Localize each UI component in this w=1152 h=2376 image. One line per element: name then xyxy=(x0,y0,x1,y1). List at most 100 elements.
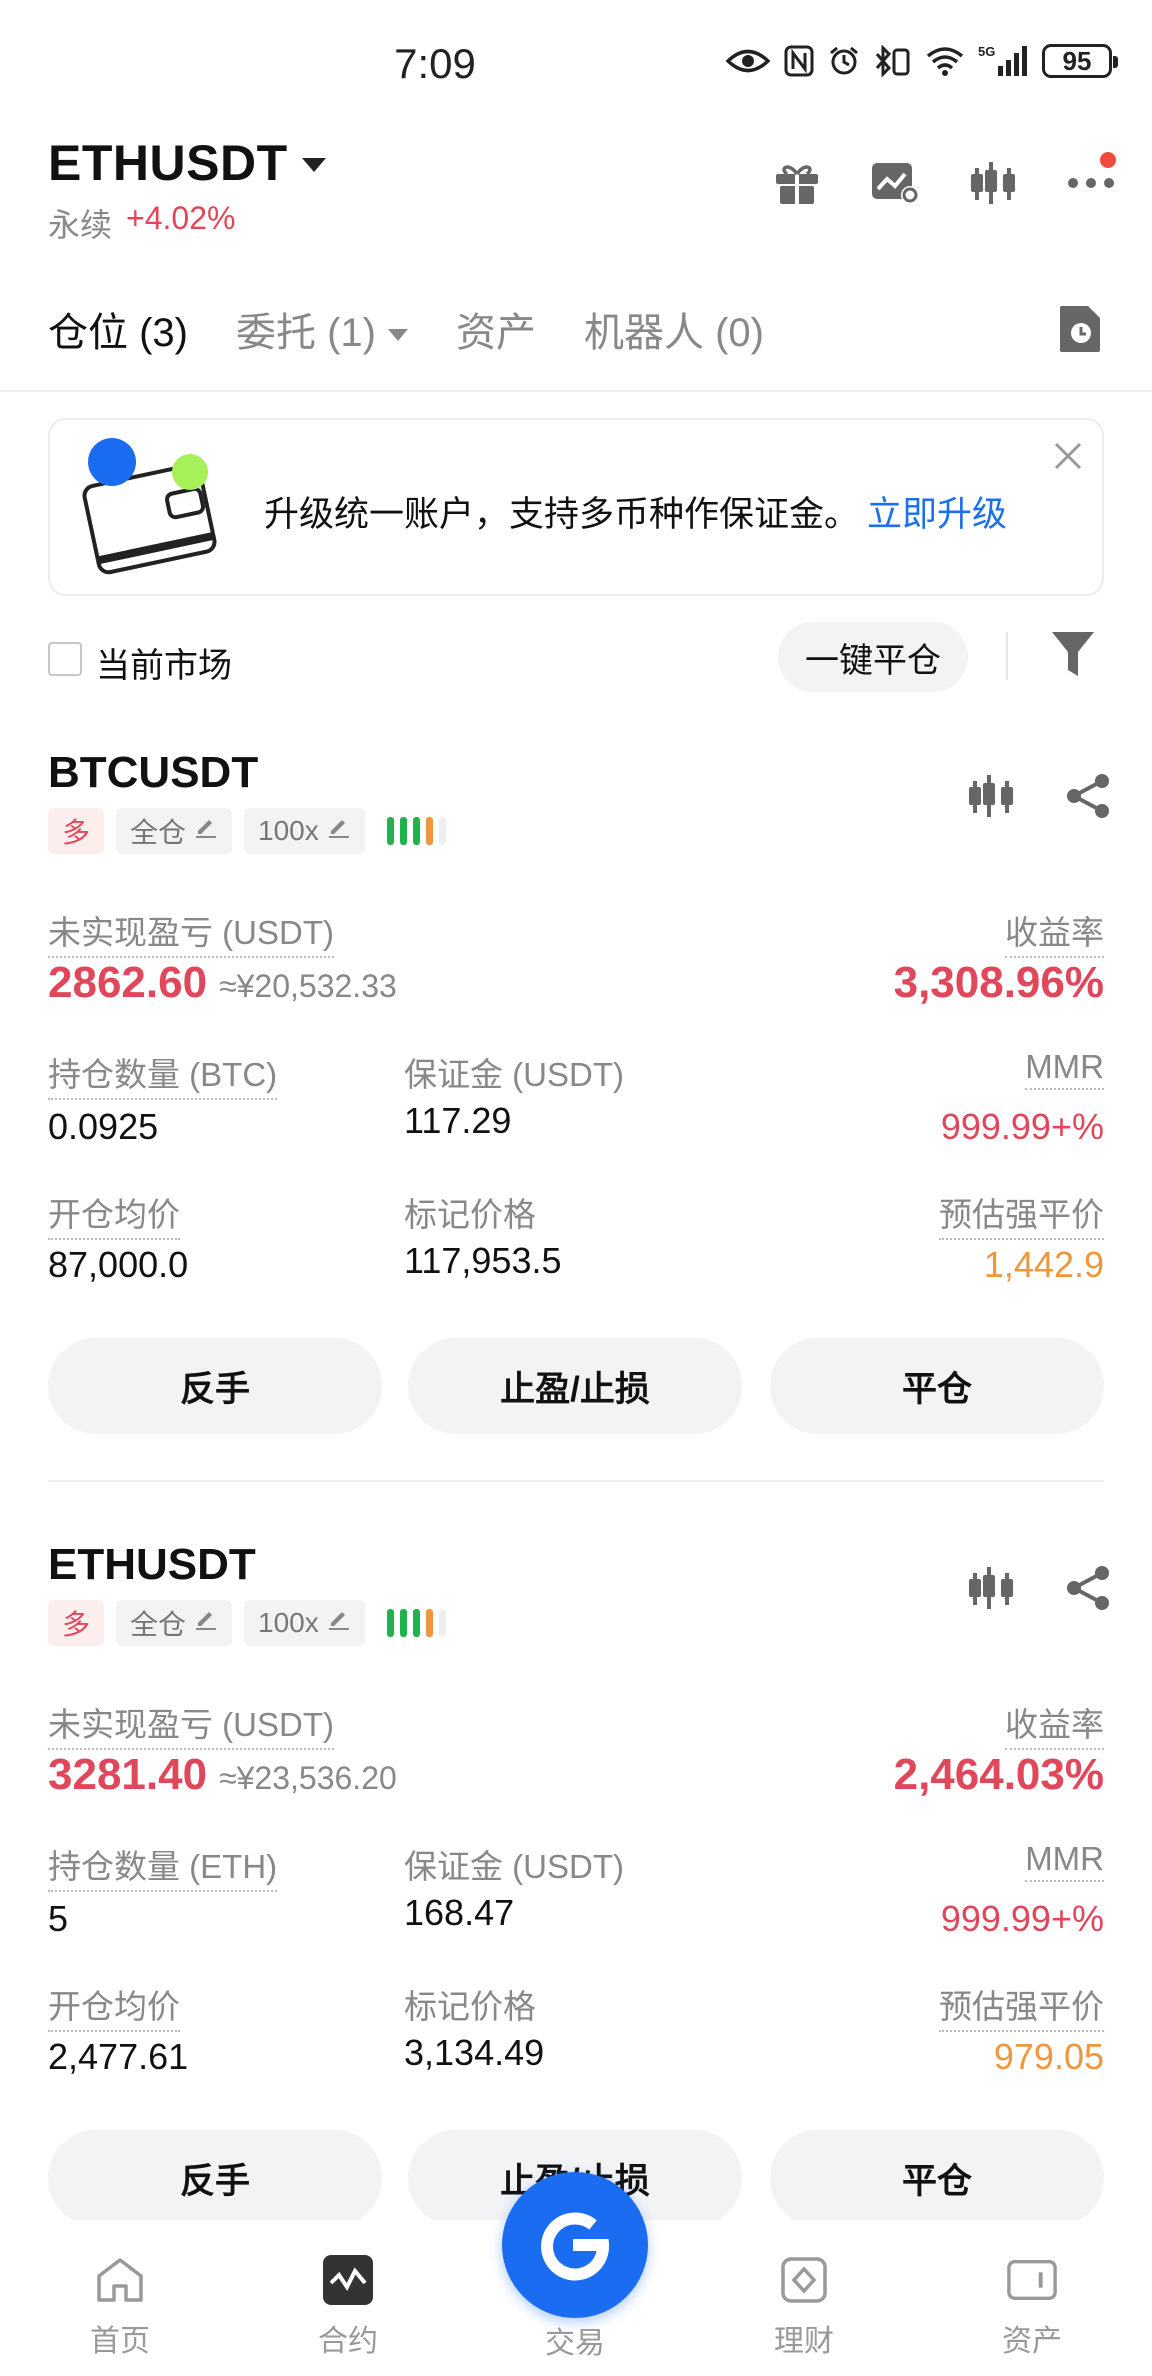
candlestick-icon[interactable] xyxy=(968,1565,1014,1616)
close-position-button[interactable]: 平仓 xyxy=(770,2130,1104,2226)
card-divider xyxy=(48,1480,1104,1482)
share-icon[interactable] xyxy=(1064,1564,1112,1617)
risk-bar xyxy=(438,817,446,845)
margin-label: 保证金 (USDT) xyxy=(404,1056,624,1093)
nav-futures[interactable]: 合约 xyxy=(278,2254,418,2360)
quantity-label: 持仓数量 (ETH) xyxy=(48,1840,278,1892)
roe-label: 收益率 xyxy=(1005,906,1104,958)
position-tags: 多 全仓 100x xyxy=(48,1600,446,1646)
leverage-tag[interactable]: 100x xyxy=(244,1600,365,1646)
gift-icon[interactable] xyxy=(772,158,822,208)
liq-price-value: 979.05 xyxy=(993,2036,1104,2077)
chart-settings-icon[interactable] xyxy=(870,158,920,208)
tab-bots[interactable]: 机器人 (0) xyxy=(584,300,764,358)
tabs-divider xyxy=(0,390,1152,392)
unrealized-pnl-label: 未实现盈亏 (USDT) xyxy=(48,1698,334,1750)
mark-price-value: 117,953.5 xyxy=(404,1240,562,1281)
filter-divider xyxy=(1006,632,1008,680)
position-tabs: 仓位 (3) 委托 (1) 资产 机器人 (0) xyxy=(48,300,764,358)
home-icon xyxy=(94,2254,146,2306)
risk-bar xyxy=(386,1609,394,1637)
unrealized-pnl: 2862.60 ≈¥20,532.33 xyxy=(48,958,397,1008)
wifi-icon xyxy=(926,47,964,76)
filter-icon[interactable] xyxy=(1050,628,1096,680)
nav-home[interactable]: 首页 xyxy=(50,2254,190,2360)
entry-price-value: 87,000.0 xyxy=(48,1244,189,1285)
pair-selector[interactable]: ETHUSDT xyxy=(48,134,326,192)
nav-assets[interactable]: 资产 xyxy=(962,2254,1102,2360)
quantity-value: 0.0925 xyxy=(48,1106,159,1147)
edit-icon xyxy=(327,1607,351,1639)
margin-label: 保证金 (USDT) xyxy=(404,1848,624,1885)
contract-type: 永续 xyxy=(48,207,113,243)
status-icons: 5G 95 xyxy=(726,44,1118,78)
risk-bar xyxy=(399,817,407,845)
edit-icon xyxy=(194,1607,218,1639)
reverse-button[interactable]: 反手 xyxy=(48,1338,382,1434)
assets-icon xyxy=(1006,2254,1058,2306)
close-all-button[interactable]: 一键平仓 xyxy=(778,622,968,692)
nav-earn[interactable]: 理财 xyxy=(734,2254,874,2360)
liq-price-label: 预估强平价 xyxy=(939,1188,1104,1240)
side-badge: 多 xyxy=(48,808,105,854)
roe-value: 2,464.03% xyxy=(893,1750,1104,1799)
candlestick-icon[interactable] xyxy=(968,158,1018,208)
entry-price-label: 开仓均价 xyxy=(48,1980,180,2032)
edit-icon xyxy=(194,815,218,847)
share-icon[interactable] xyxy=(1064,772,1112,825)
tab-positions[interactable]: 仓位 (3) xyxy=(48,300,188,358)
current-market-label: 当前市场 xyxy=(96,647,232,685)
header-actions xyxy=(772,152,1116,208)
liq-price-label: 预估强平价 xyxy=(939,1980,1104,2032)
banner-message: 升级统一账户，支持多币种作保证金。 立即升级 xyxy=(264,495,1008,534)
margin-mode-tag[interactable]: 全仓 xyxy=(116,1600,233,1646)
battery-indicator: 95 xyxy=(1042,44,1118,78)
history-icon[interactable] xyxy=(1058,304,1104,354)
trade-label: 交易 xyxy=(545,2327,605,2360)
upgrade-link[interactable]: 立即升级 xyxy=(867,495,1007,534)
position-symbol[interactable]: BTCUSDT xyxy=(48,748,258,798)
roe-label: 收益率 xyxy=(1005,1698,1104,1750)
candlestick-icon[interactable] xyxy=(968,773,1014,824)
signal-icon: 5G xyxy=(978,44,1027,76)
unrealized-pnl: 3281.40 ≈¥23,536.20 xyxy=(48,1750,397,1800)
close-position-button[interactable]: 平仓 xyxy=(770,1338,1104,1434)
position-tags: 多 全仓 100x xyxy=(48,808,446,854)
more-icon[interactable] xyxy=(1066,152,1116,208)
leverage-tag[interactable]: 100x xyxy=(244,808,365,854)
trade-button[interactable] xyxy=(502,2172,648,2318)
trade-icon xyxy=(541,2212,610,2281)
tab-orders[interactable]: 委托 (1) xyxy=(236,300,408,358)
unrealized-pnl-value: 3281.40 xyxy=(48,1750,208,1799)
mmr-value: 999.99+% xyxy=(940,1898,1104,1939)
caret-down-icon xyxy=(388,329,408,342)
liq-price-value: 1,442.9 xyxy=(983,1244,1104,1285)
alarm-icon xyxy=(830,46,858,75)
mmr-label: MMR xyxy=(1025,1048,1104,1090)
tab-assets[interactable]: 资产 xyxy=(456,300,536,358)
risk-bar xyxy=(425,1609,433,1637)
unrealized-pnl-value: 2862.60 xyxy=(48,958,208,1007)
risk-bar xyxy=(412,817,420,845)
edit-icon xyxy=(327,815,351,847)
risk-indicator xyxy=(386,817,446,845)
mark-price-value: 3,134.49 xyxy=(404,2032,545,2073)
caret-down-icon xyxy=(301,158,326,172)
position-actions xyxy=(968,1564,1112,1617)
reverse-button[interactable]: 反手 xyxy=(48,2130,382,2226)
entry-price-value: 2,477.61 xyxy=(48,2036,189,2077)
margin-mode-tag[interactable]: 全仓 xyxy=(116,808,233,854)
position-symbol[interactable]: ETHUSDT xyxy=(48,1540,256,1590)
entry-price-label: 开仓均价 xyxy=(48,1188,180,1240)
notification-dot xyxy=(1100,152,1116,168)
risk-bar xyxy=(425,817,433,845)
position-actions xyxy=(968,772,1112,825)
roe-value: 3,308.96% xyxy=(893,958,1104,1007)
close-icon[interactable] xyxy=(1052,440,1084,472)
quantity-label: 持仓数量 (BTC) xyxy=(48,1048,278,1100)
current-market-checkbox[interactable] xyxy=(48,642,82,676)
bluetooth-battery-icon xyxy=(875,45,910,77)
mark-price-label: 标记价格 xyxy=(404,1196,536,1233)
tp-sl-button[interactable]: 止盈/止损 xyxy=(408,1338,742,1434)
unrealized-pnl-label: 未实现盈亏 (USDT) xyxy=(48,906,334,958)
